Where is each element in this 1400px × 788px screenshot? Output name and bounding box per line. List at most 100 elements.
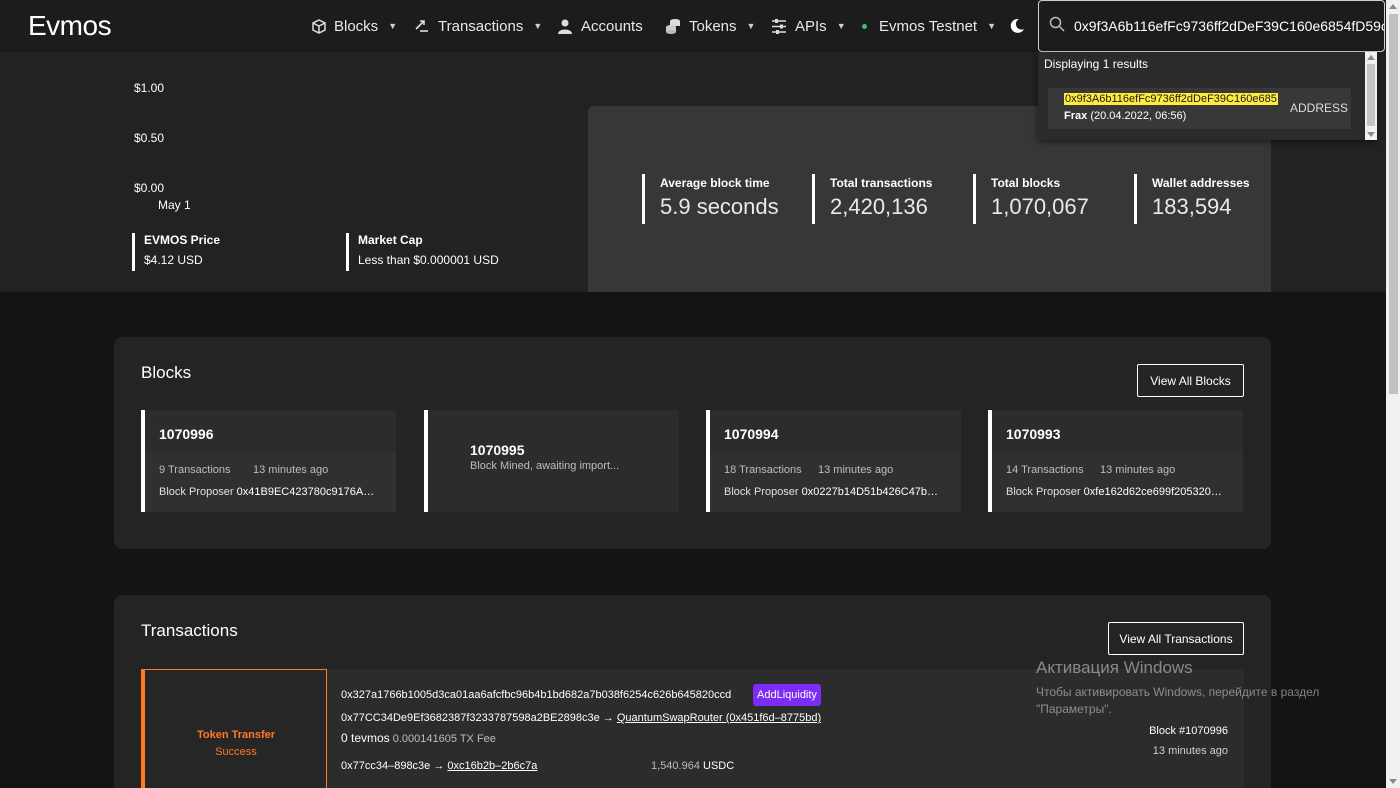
tx-to-address[interactable]: QuantumSwapRouter (0x451f6d–8775bd) [617,712,821,724]
block-meta: 18 Transactions 13 minutes ago Block Pro… [710,452,961,512]
token-transfer-line: 0x77cc34–898c3e → 0xc16b2b–2b6c7a [341,760,537,772]
theme-toggle-button[interactable] [1009,0,1025,52]
block-age: 13 minutes ago [253,464,329,476]
network-dot-icon [862,23,867,29]
stat-value: 1,070,067 [991,194,1089,219]
nav-apis-label: APIs [795,17,827,35]
search-results-dropdown: Displaying 1 results 0x9f3A6b116efFc9736… [1038,52,1377,140]
nav-blocks-label: Blocks [334,17,379,35]
chevron-down-icon: ▼ [836,21,846,31]
chevron-down-icon: ▼ [987,21,997,31]
tx-method-badge: AddLiquidity [753,684,821,706]
block-proposer-hash[interactable]: 0x41B9EC423780c9176A… [237,486,375,498]
evmos-price-value: $4.12 USD [144,253,203,267]
tx-age: 13 minutes ago [1152,745,1228,757]
search-input[interactable] [1074,18,1384,34]
market-cap-label: Market Cap [358,233,423,247]
page-scrollbar[interactable] [1386,0,1400,788]
transfer-from-address[interactable]: 0x77cc34–898c3e [341,760,430,772]
block-proposer-label: Block Proposer [1006,486,1081,498]
watermark-title: Активация Windows [1036,658,1193,677]
transfer-token-symbol[interactable]: USDC [703,760,734,772]
search-result-token-name: Frax [1064,110,1088,122]
top-navbar: Evmos Blocks ▼ Transactions ▼ Accounts T… [0,0,1386,52]
stat-value: 183,594 [1152,194,1232,219]
dropdown-scroll-thumb[interactable] [1367,64,1375,126]
nav-accounts[interactable]: Accounts [557,0,643,52]
evmos-logo[interactable]: Evmos [28,10,112,42]
stat-total-transactions: Total transactions 2,420,136 [812,174,932,224]
tx-block-link[interactable]: Block #1070996 [1149,725,1228,737]
dropdown-scrollbar[interactable] [1365,52,1377,140]
block-age: 13 minutes ago [1100,464,1176,476]
stat-value: 2,420,136 [830,194,928,219]
tx-hash-link[interactable]: 0x327a1766b1005d3ca01aa6afcfbc96b4b1bd68… [341,689,731,701]
search-results-count: Displaying 1 results [1044,57,1149,71]
block-card[interactable]: 1070994 18 Transactions 13 minutes ago B… [706,410,961,512]
sliders-icon [771,18,787,34]
arrow-right-icon: → [433,760,445,772]
nav-tokens[interactable]: Tokens ▼ [665,0,755,52]
stat-label: Total blocks [991,176,1061,190]
scroll-up-icon[interactable] [1389,4,1397,9]
tx-fee: 0.000141605 TX Fee [392,733,496,745]
price-axis-tick: $1.00 [134,81,165,95]
block-proposer-label: Block Proposer [159,486,234,498]
nav-network-label: Evmos Testnet [879,17,978,35]
transactions-title: Transactions [141,621,238,640]
transfer-to-address[interactable]: 0xc16b2b–2b6c7a [447,760,537,772]
nav-transactions[interactable]: Transactions ▼ [414,0,542,52]
moon-icon [1009,18,1025,34]
user-icon [557,18,573,34]
nav-network-selector[interactable]: Evmos Testnet ▼ [862,0,996,52]
block-tx-count: 14 Transactions [1006,464,1084,476]
tx-from-address[interactable]: 0x77CC34De9Ef3682387f3233787598a2BE2898c… [341,712,600,724]
scroll-down-icon[interactable] [1367,132,1375,137]
search-result-name: Frax (20.04.2022, 06:56) [1064,110,1186,122]
scroll-down-icon[interactable] [1389,779,1397,784]
search-result-date: (20.04.2022, 06:56) [1090,110,1187,122]
block-proposer-hash[interactable]: 0x0227b14D51b426C47b… [802,486,938,498]
chevron-down-icon: ▼ [533,21,543,31]
block-number[interactable]: 1070994 [724,426,779,442]
block-tx-count: 18 Transactions [724,464,802,476]
block-card[interactable]: 1070993 14 Transactions 13 minutes ago B… [988,410,1243,512]
arrow-right-icon: → [602,712,614,724]
block-number[interactable]: 1070995 [470,442,525,458]
price-axis-tick: $0.00 [134,181,165,195]
nav-apis[interactable]: APIs ▼ [771,0,846,52]
token-transfer-amount: 1,540.964 USDC [651,760,734,772]
tx-amount: 0 tevmos [341,731,390,745]
tx-status: Success [215,746,257,758]
block-number[interactable]: 1070996 [159,426,214,442]
block-proposer-hash[interactable]: 0xfe162d62ce699f205320… [1084,486,1222,498]
block-card-pending[interactable]: 1070995 Block Mined, awaiting import... [424,410,679,512]
block-proposer-label: Block Proposer [724,486,799,498]
block-age: 13 minutes ago [818,464,894,476]
stat-value: 5.9 seconds [660,194,779,219]
scroll-up-icon[interactable] [1367,55,1375,60]
block-pending-status: Block Mined, awaiting import... [470,460,620,472]
block-tx-count: 9 Transactions [159,464,231,476]
search-result-item[interactable]: 0x9f3A6b116efFc9736ff2dDeF39C160e685 ADD… [1048,88,1351,129]
search-box[interactable] [1038,0,1385,52]
nav-blocks[interactable]: Blocks ▼ [312,0,397,52]
stat-wallet-addresses: Wallet addresses 183,594 [1134,174,1250,224]
tx-status-tile: Token Transfer Success [141,669,327,788]
stat-total-blocks: Total blocks 1,070,067 [973,174,1089,224]
nav-accounts-label: Accounts [581,17,643,35]
price-axis-tick: $0.50 [134,131,165,145]
view-all-transactions-button[interactable]: View All Transactions [1108,622,1244,655]
tx-value-line: 0 tevmos 0.000141605 TX Fee [341,731,496,745]
block-card[interactable]: 1070996 9 Transactions 13 minutes ago Bl… [141,410,396,512]
view-all-blocks-button[interactable]: View All Blocks [1137,364,1244,397]
stat-label: Total transactions [830,176,933,190]
chevron-down-icon: ▼ [746,21,756,31]
block-number[interactable]: 1070993 [1006,426,1061,442]
watermark-text: Чтобы активировать Windows, перейдите в … [1036,685,1320,716]
coins-icon [665,18,681,34]
search-result-kind: ADDRESS [1290,101,1349,115]
page-scroll-thumb[interactable] [1389,14,1398,394]
evmos-price-label: EVMOS Price [144,233,221,247]
nav-transactions-label: Transactions [438,17,524,35]
